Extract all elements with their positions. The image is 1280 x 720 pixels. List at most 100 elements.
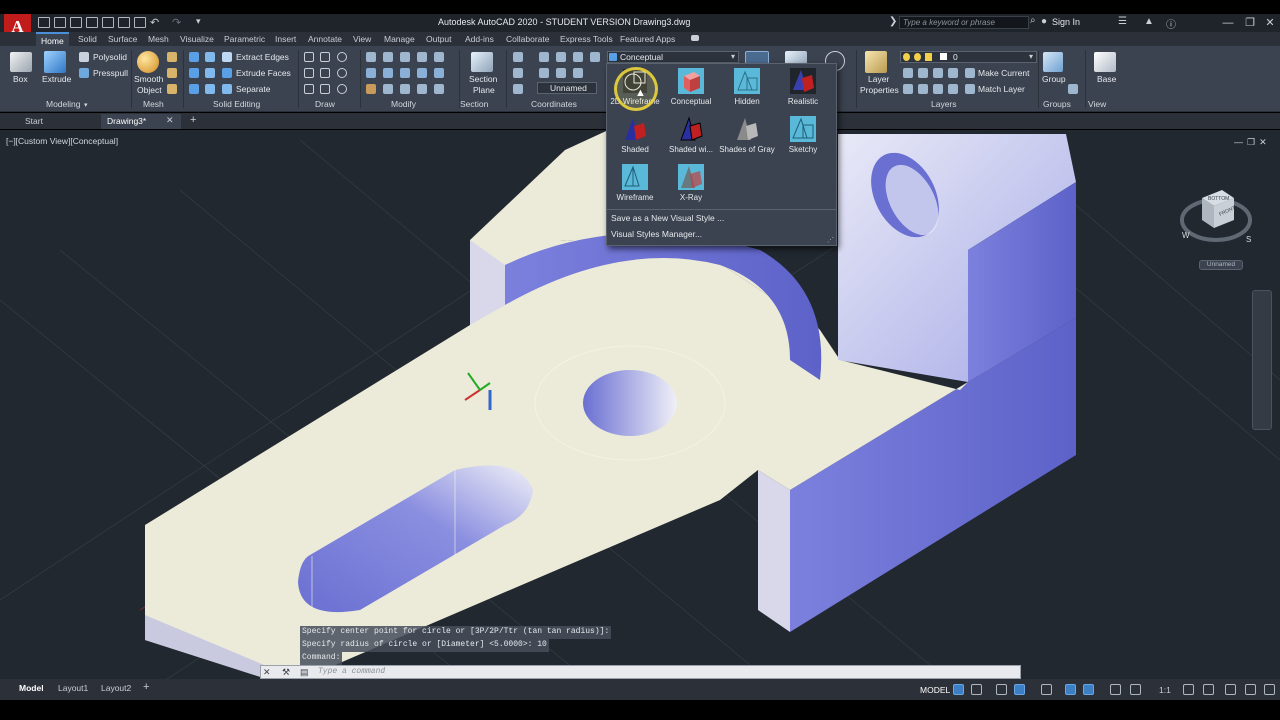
ucs-world-icon[interactable] xyxy=(539,52,549,62)
presspull-icon[interactable] xyxy=(79,68,89,78)
mesh-tool-icon[interactable] xyxy=(167,68,177,78)
visual-style-combo[interactable]: Conceptual xyxy=(607,51,739,63)
autodesk-app-store-icon[interactable]: ☰ xyxy=(1118,16,1127,27)
ucs-icon[interactable] xyxy=(513,52,523,62)
group-icon[interactable] xyxy=(1043,52,1063,72)
ucs-tool-icon[interactable] xyxy=(573,68,583,78)
match-layer-button[interactable]: Match Layer xyxy=(978,84,1025,94)
ucs-tool-icon[interactable] xyxy=(513,84,523,94)
layer-tool-icon[interactable] xyxy=(918,84,928,94)
array-icon[interactable] xyxy=(417,84,427,94)
explode-icon[interactable] xyxy=(434,84,444,94)
extract-edges-icon[interactable] xyxy=(222,52,232,62)
command-input[interactable]: Type a command xyxy=(318,667,385,676)
viewcube[interactable]: BOTTOM FRONT W S xyxy=(1180,176,1252,248)
lightbulb-icon[interactable] xyxy=(903,53,910,61)
layer-tool-icon[interactable] xyxy=(933,84,943,94)
model-space-toggle[interactable]: MODEL xyxy=(920,685,950,695)
close-icon[interactable]: ✕ xyxy=(263,667,271,678)
ribbon-minimize-icon[interactable] xyxy=(691,35,699,41)
tab-model[interactable]: Model xyxy=(19,683,44,693)
solid-edit-icon[interactable] xyxy=(205,84,215,94)
make-current-icon[interactable] xyxy=(965,68,975,78)
visual-styles-manager-item[interactable]: Visual Styles Manager... xyxy=(611,229,702,239)
viewcube-top-label[interactable]: BOTTOM xyxy=(1208,196,1229,202)
ucs-tool-icon[interactable] xyxy=(539,68,549,78)
tab-output[interactable]: Output xyxy=(426,34,452,44)
chevron-down-icon[interactable]: ▾ xyxy=(1029,52,1033,61)
qat-dropdown-icon[interactable]: ▾ xyxy=(196,16,201,27)
polysolid-icon[interactable] xyxy=(79,52,89,62)
visual-style-x-ray[interactable]: X-Ray xyxy=(663,160,719,207)
close-button[interactable]: ✕ xyxy=(1260,14,1280,32)
viewcube-ucs-menu[interactable]: Unnamed xyxy=(1199,260,1243,270)
tab-manage[interactable]: Manage xyxy=(384,34,415,44)
extrude-button[interactable]: Extrude xyxy=(42,74,71,84)
trim-icon[interactable] xyxy=(383,84,393,94)
visual-style-realistic[interactable]: Realistic xyxy=(775,64,831,111)
hatch-icon[interactable] xyxy=(320,68,330,78)
recent-commands-icon[interactable]: ▤ xyxy=(300,667,309,678)
layer-tool-icon[interactable] xyxy=(918,68,928,78)
minimize-button[interactable]: — xyxy=(1218,14,1238,32)
tab-insert[interactable]: Insert xyxy=(275,34,296,44)
extrude-icon[interactable] xyxy=(44,51,66,73)
sign-in-button[interactable]: Sign In xyxy=(1052,17,1080,27)
layer-tool-icon[interactable] xyxy=(903,68,913,78)
open-file-icon[interactable] xyxy=(54,17,66,28)
fillet-icon[interactable] xyxy=(400,84,410,94)
visual-style-shades-of-gray[interactable]: Shades of Gray xyxy=(719,112,775,159)
union-icon[interactable] xyxy=(189,52,199,62)
tab-mesh[interactable]: Mesh xyxy=(148,34,169,44)
isolate-objects-icon[interactable] xyxy=(1225,684,1236,695)
layer-tool-icon[interactable] xyxy=(903,84,913,94)
compass-west[interactable]: W xyxy=(1182,231,1190,240)
layer-tool-icon[interactable] xyxy=(933,68,943,78)
grid-icon[interactable] xyxy=(953,684,964,695)
match-layer-icon[interactable] xyxy=(965,84,975,94)
base-view-icon[interactable] xyxy=(1094,52,1116,72)
sun-icon[interactable] xyxy=(914,53,921,61)
solid-edit-icon[interactable] xyxy=(205,68,215,78)
save-as-icon[interactable] xyxy=(86,17,98,28)
view-panel-title[interactable]: View xyxy=(1088,99,1106,109)
section-panel-title[interactable]: Section xyxy=(460,99,488,109)
annotation-visibility-icon[interactable] xyxy=(1110,684,1121,695)
copy-icon[interactable] xyxy=(383,52,393,62)
stretch-icon[interactable] xyxy=(400,52,410,62)
ucs-tool-icon[interactable] xyxy=(556,68,566,78)
smooth-object-icon[interactable] xyxy=(137,51,159,73)
smooth-object-button-line2[interactable]: Object xyxy=(137,85,162,95)
base-button[interactable]: Base xyxy=(1097,74,1116,84)
line-icon[interactable] xyxy=(304,52,314,62)
polyline-icon[interactable] xyxy=(320,52,330,62)
make-current-button[interactable]: Make Current xyxy=(978,68,1030,78)
tab-home[interactable]: Home xyxy=(36,32,69,46)
isodraft-icon[interactable] xyxy=(1041,684,1052,695)
layer-tool-icon[interactable] xyxy=(948,68,958,78)
viewport-controls-label[interactable]: [−][Custom View][Conceptual] xyxy=(6,136,118,146)
clean-screen-icon[interactable] xyxy=(1245,684,1256,695)
restore-button[interactable]: ❐ xyxy=(1240,14,1260,32)
workspace-gear-icon[interactable] xyxy=(1183,684,1194,695)
move-icon[interactable] xyxy=(366,52,376,62)
layer-tool-icon[interactable] xyxy=(948,84,958,94)
add-layout-icon[interactable]: + xyxy=(143,681,149,693)
tab-visualize[interactable]: Visualize xyxy=(180,34,214,44)
compass-south[interactable]: S xyxy=(1246,235,1251,244)
ucs-tool-icon[interactable] xyxy=(513,68,523,78)
intersect-icon[interactable] xyxy=(189,84,199,94)
ortho-icon[interactable] xyxy=(996,684,1007,695)
modify-tool-icon[interactable] xyxy=(434,68,444,78)
ucs-tool-icon[interactable] xyxy=(590,52,600,62)
tab-add-ins[interactable]: Add-ins xyxy=(465,34,494,44)
extrude-faces-icon[interactable] xyxy=(222,68,232,78)
polygon-icon[interactable] xyxy=(304,84,314,94)
mirror-icon[interactable] xyxy=(383,68,393,78)
visual-style-wireframe[interactable]: Wireframe xyxy=(607,160,663,207)
extrude-faces-button[interactable]: Extrude Faces xyxy=(236,68,291,78)
ucs-combo[interactable]: Unnamed xyxy=(537,82,597,94)
spline-icon[interactable] xyxy=(304,68,314,78)
tab-collaborate[interactable]: Collaborate xyxy=(506,34,549,44)
visual-style-shaded[interactable]: Shaded xyxy=(607,112,663,159)
